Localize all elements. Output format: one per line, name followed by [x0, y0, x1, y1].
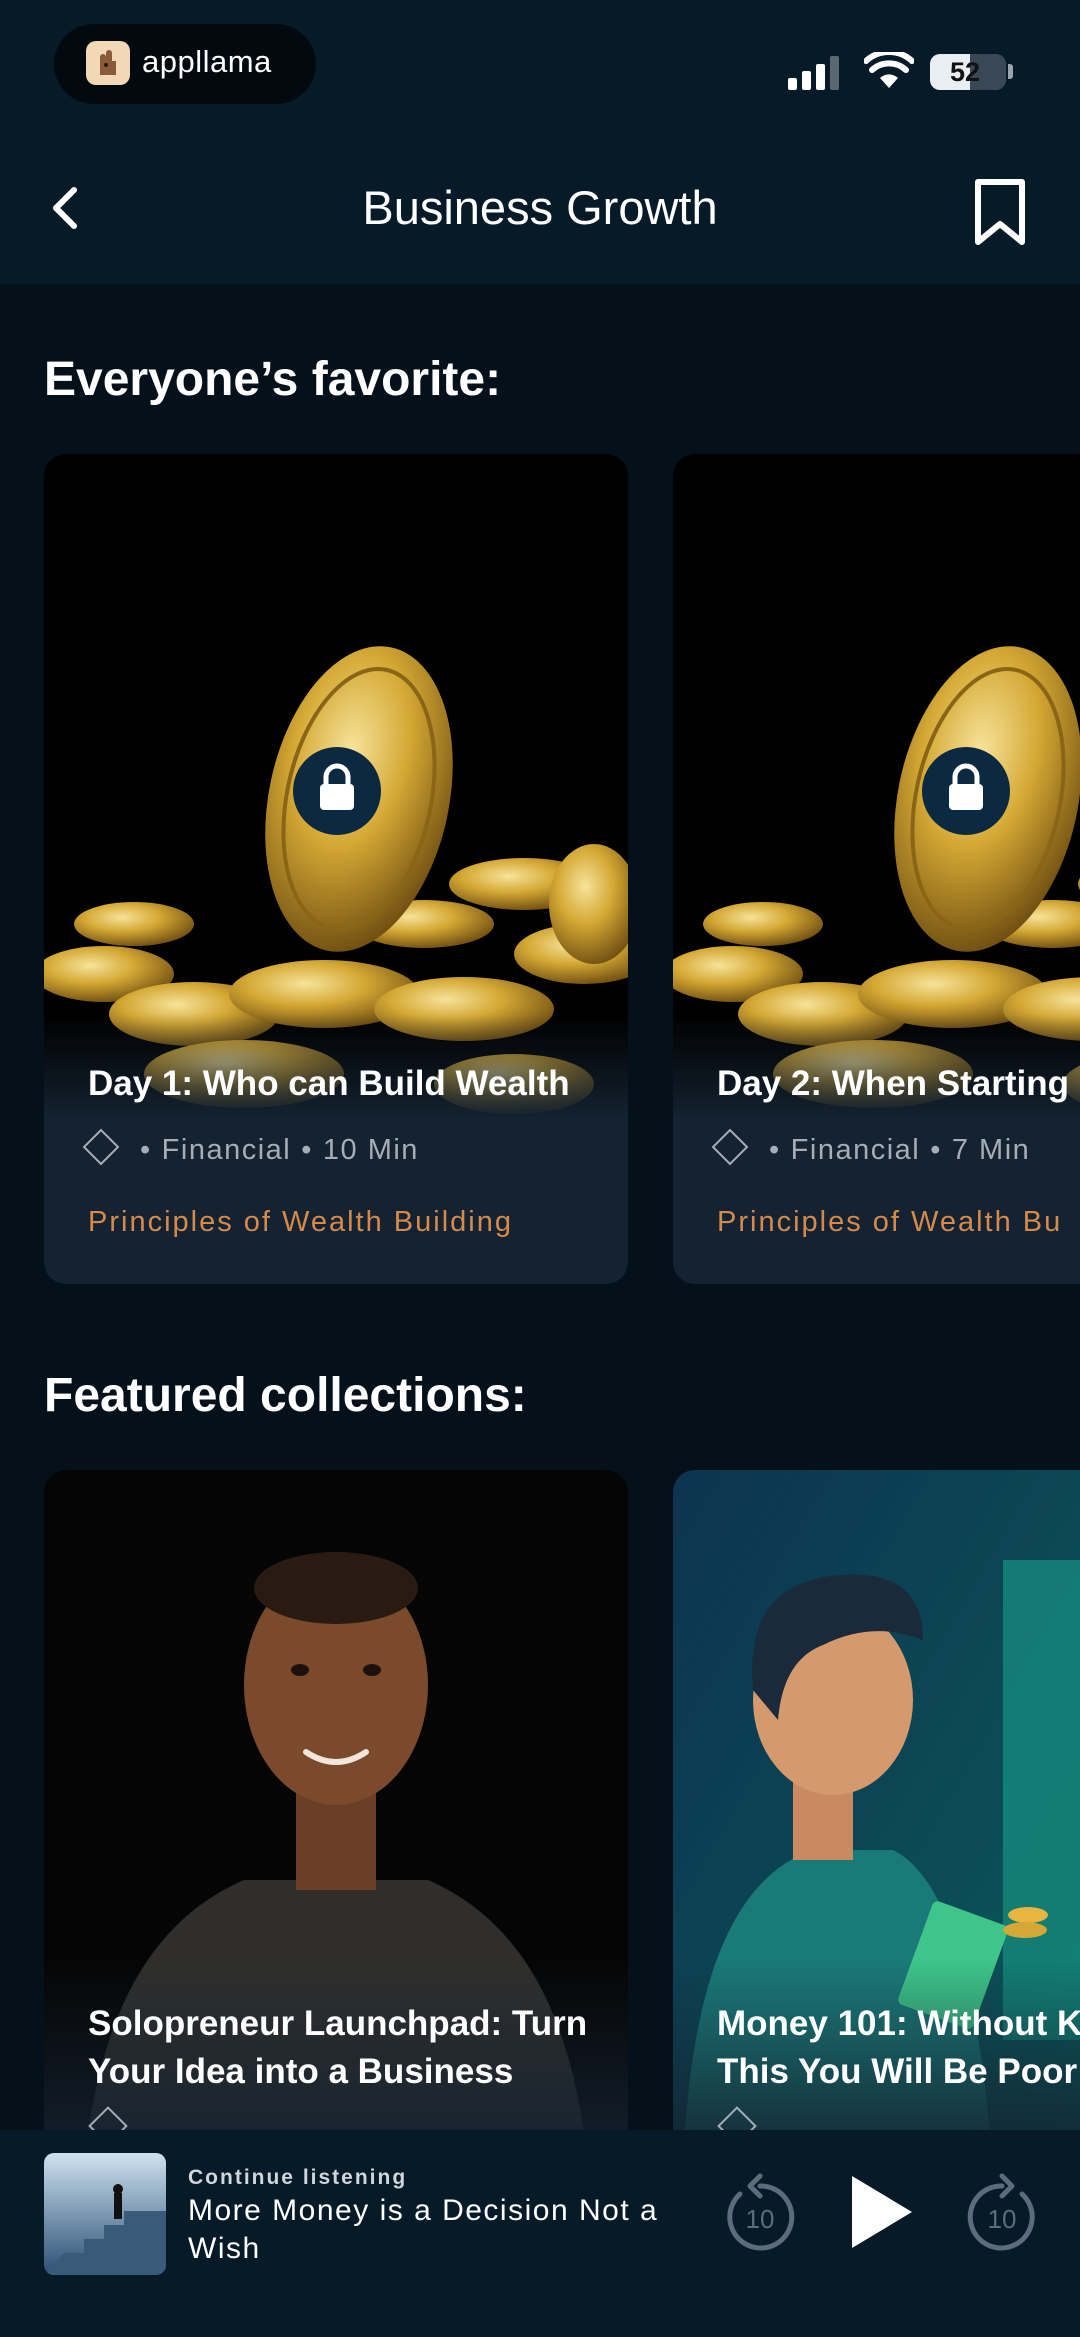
lesson-category: Financial: [161, 1134, 292, 1166]
lesson-meta: • Financial • 10 Min: [82, 1128, 419, 1167]
gold-coins-image: [673, 454, 1080, 1120]
lesson-card[interactable]: Day 1: Who can Build Wealth • Financial • 1…: [44, 454, 628, 1284]
lock-badge: [922, 747, 1010, 835]
lesson-card[interactable]: Day 2: When Starting B • Financial • 7 Min …: [673, 454, 1080, 1284]
rewind-10-button[interactable]: 10: [722, 2172, 798, 2254]
battery-percent: 52: [949, 57, 981, 87]
lock-badge: [293, 747, 381, 835]
lock-icon: [293, 747, 381, 835]
rewind-seconds: 10: [746, 2204, 775, 2234]
lesson-title: Day 1: Who can Build Wealth: [88, 1064, 570, 1103]
wifi-icon: [864, 52, 914, 88]
top-app-bar: Business Growth: [0, 140, 1080, 284]
appllama-badge[interactable]: appllama: [54, 24, 316, 104]
player-eyebrow: Continue listening: [188, 2166, 408, 2189]
lesson-category: Financial: [790, 1134, 921, 1166]
collection-title: Money 101: Without Kr This You Will Be P…: [717, 2004, 1080, 2091]
play-icon[interactable]: [840, 2168, 920, 2256]
llama-logo-icon: [86, 41, 130, 85]
lesson-duration: 10 Min: [322, 1134, 419, 1166]
favorites-heading: Everyone’s favorite:: [44, 353, 502, 406]
episode-artwork[interactable]: [44, 2153, 166, 2275]
cellular-signal-icon: [788, 56, 839, 90]
diamond-icon: [711, 1128, 749, 1166]
collection-title: Solopreneur Launchpad: Turn Your Idea in…: [88, 2004, 588, 2091]
battery-icon: 52: [930, 54, 1006, 90]
collection-card[interactable]: Solopreneur Launchpad: Turn Your Idea in…: [44, 1470, 628, 2170]
lock-icon: [922, 747, 1010, 835]
forward-10-icon: 10: [967, 2173, 1035, 2251]
player-episode-title: More Money is a Decision Not a Wish: [188, 2194, 659, 2265]
collection-card[interactable]: Money 101: Without Kr This You Will Be P…: [673, 1470, 1080, 2170]
appllama-label: appllama: [142, 44, 272, 79]
bookmark-icon[interactable]: [968, 176, 1032, 248]
lesson-collection: Principles of Wealth Bu: [717, 1206, 1063, 1238]
lesson-collection: Principles of Wealth Building: [88, 1206, 513, 1238]
featured-heading: Featured collections:: [44, 1369, 527, 1422]
diamond-icon: [82, 1128, 120, 1166]
status-bar: appllama 52: [0, 0, 1080, 140]
lesson-duration: 7 Min: [951, 1134, 1031, 1166]
forward-10-button[interactable]: 10: [964, 2172, 1040, 2254]
mini-player[interactable]: Continue listening More Money is a Decis…: [0, 2130, 1080, 2337]
page-title: Business Growth: [362, 181, 718, 234]
battery-cap: [1008, 64, 1013, 79]
lesson-meta: • Financial • 7 Min: [711, 1128, 1031, 1167]
rewind-10-icon: 10: [727, 2173, 795, 2251]
forward-seconds: 10: [988, 2204, 1017, 2234]
lesson-title: Day 2: When Starting B: [717, 1064, 1080, 1103]
